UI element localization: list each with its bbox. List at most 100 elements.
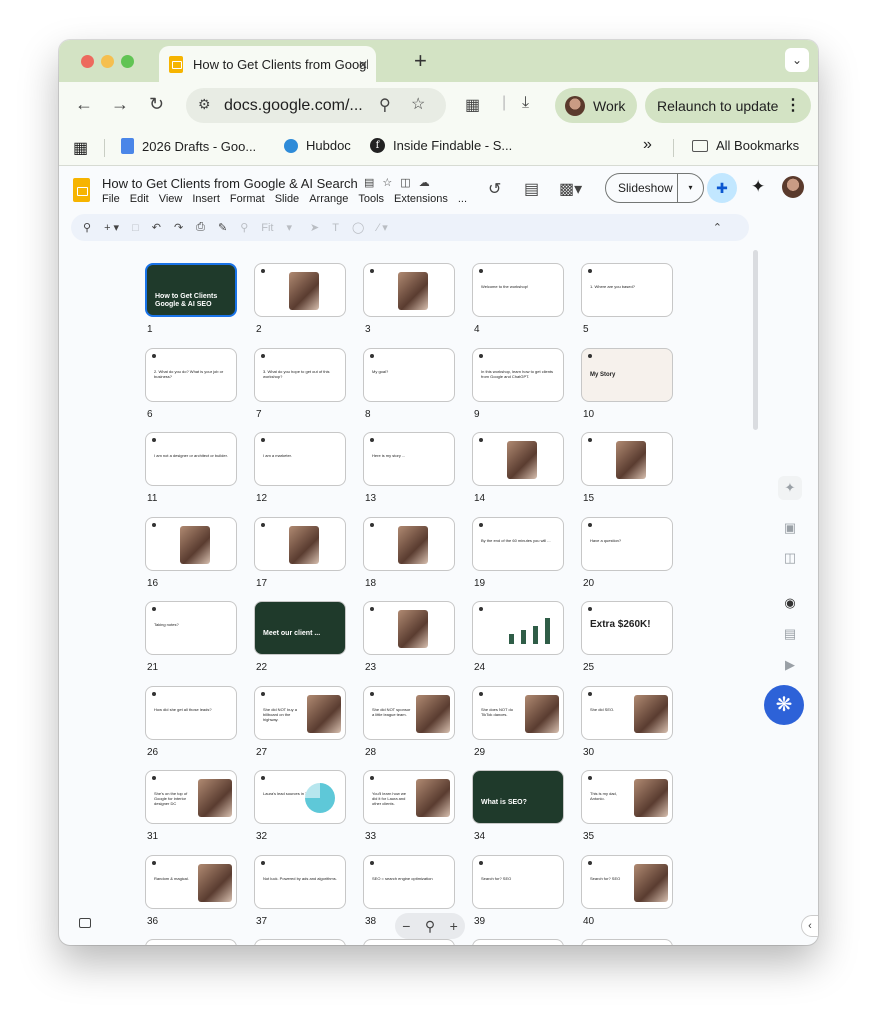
meet-camera-icon[interactable]: ▩▾ [559, 179, 582, 199]
menu-slide[interactable]: Slide [275, 193, 299, 205]
slide-thumbnail-cell[interactable]: Extra $260K! 25 [581, 601, 673, 673]
zoom-in-icon[interactable]: + [450, 918, 458, 934]
slide-thumbnail[interactable]: She did SEO. [581, 685, 673, 740]
slide-thumbnail-cell[interactable]: 2 [254, 263, 346, 335]
video-icon[interactable]: ▶ [778, 653, 802, 677]
slide-thumbnail-cell[interactable]: Have a question? 20 [581, 516, 673, 589]
slide-thumbnail-cell[interactable]: 14 [472, 432, 564, 504]
slideshow-dropdown-icon[interactable]: ▾ [677, 174, 703, 202]
slide-thumbnail-cell[interactable]: 17 [254, 516, 346, 589]
slide-thumbnail-cell[interactable]: In this workshop, learn how to get clien… [472, 347, 564, 420]
slide-thumbnail[interactable]: How to Get Clients Google & AI SEO [145, 263, 237, 317]
slide-thumbnail[interactable] [472, 432, 564, 486]
slide-thumbnail[interactable] [363, 601, 455, 655]
slide-thumbnail-cell[interactable]: Welcome to the workshop! 4 [472, 263, 564, 335]
line-icon[interactable]: ∕ ▾ [377, 221, 387, 234]
shape-icon[interactable]: ◯ [352, 221, 364, 234]
menu-insert[interactable]: Insert [192, 193, 220, 205]
slide-thumbnail[interactable]: How did she get all those leads? [145, 685, 237, 740]
address-bar[interactable]: ⚙ docs.google.com/... ⚲ ☆ [186, 88, 446, 123]
record-icon[interactable]: ◉ [778, 591, 802, 615]
all-bookmarks-button[interactable]: All Bookmarks [692, 138, 799, 153]
tasks-icon[interactable]: ▤ [778, 622, 802, 646]
back-icon[interactable]: ← [75, 94, 93, 115]
slide-thumbnail[interactable]: Here is my story ... [363, 432, 455, 486]
show-filmstrip-icon[interactable] [79, 918, 91, 928]
zoom-dropdown-icon[interactable]: ▾ [287, 221, 293, 234]
collapse-toolbar-icon[interactable]: ⌃ [713, 221, 722, 234]
search-menus-icon[interactable]: ⚲ [83, 221, 91, 234]
slides-logo-icon[interactable] [73, 178, 90, 202]
slide-thumbnail[interactable] [581, 939, 673, 945]
forward-icon[interactable]: → [111, 94, 129, 115]
slide-thumbnail[interactable] [472, 939, 564, 945]
slide-thumbnail[interactable]: 1. Where are you based? [581, 263, 673, 317]
minimize-window-button[interactable] [101, 55, 114, 68]
presentation-icon[interactable]: ▤ [364, 176, 374, 189]
slide-thumbnail[interactable]: Search for? SEO [581, 854, 673, 909]
zoom-window-button[interactable] [121, 55, 134, 68]
slide-thumbnail[interactable]: By the end of the 60 minutes you will ..… [472, 516, 564, 571]
slideshow-button[interactable]: Slideshow ▾ [605, 173, 704, 203]
menu-edit[interactable]: Edit [130, 193, 149, 205]
menu-arrange[interactable]: Arrange [309, 193, 348, 205]
close-window-button[interactable] [81, 55, 94, 68]
bookmark-2026-drafts[interactable]: 2026 Drafts - Goo... [121, 138, 256, 154]
zoom-select[interactable]: Fit [261, 222, 273, 234]
zoom-search-icon[interactable]: ⚲ [379, 95, 391, 115]
extensions-icon[interactable]: ▦ [465, 95, 480, 115]
bookmark-inside-findable[interactable]: f Inside Findable - S... [370, 138, 512, 153]
slide-thumbnail-cell[interactable]: 1. Where are you based? 5 [581, 263, 673, 335]
active-tab[interactable]: How to Get Clients from Google & AI Sear… [159, 46, 376, 82]
share-button[interactable]: ✚ [707, 173, 737, 203]
slide-thumbnail-cell[interactable]: By the end of the 60 minutes you will ..… [472, 516, 564, 589]
tab-close-icon[interactable]: ✕ [358, 58, 368, 72]
slide-thumbnail-cell[interactable]: 3. What do you hope to get out of this w… [254, 347, 346, 420]
menu-view[interactable]: View [159, 193, 183, 205]
slide-thumbnail[interactable] [254, 939, 346, 945]
slide-thumbnail-cell[interactable]: Here is my story ... 13 [363, 432, 455, 504]
slide-thumbnail[interactable] [254, 263, 346, 317]
apps-grid-icon[interactable]: ▦ [73, 138, 88, 158]
slide-thumbnail-cell[interactable]: Random & magical. 36 [145, 854, 237, 927]
slide-thumbnail[interactable]: 2. What do you do? What is your job or b… [145, 347, 237, 402]
slide-thumbnail-cell[interactable]: 18 [363, 516, 455, 589]
slide-thumbnail[interactable]: My goal? [363, 347, 455, 402]
slide-thumbnail[interactable] [254, 516, 346, 571]
slide-thumbnail-cell[interactable]: 16 [145, 516, 237, 589]
menu-file[interactable]: File [102, 193, 120, 205]
collapse-side-panel-icon[interactable]: ‹ [801, 915, 818, 937]
menu-extensions[interactable]: Extensions [394, 193, 448, 205]
more-menu-icon[interactable]: ⋮ [785, 95, 801, 115]
star-icon[interactable]: ☆ [382, 176, 392, 189]
slide-thumbnail[interactable] [145, 516, 237, 571]
slide-thumbnail[interactable]: In this workshop, learn how to get clien… [472, 347, 564, 402]
slide-thumbnail-cell[interactable]: My goal? 8 [363, 347, 455, 420]
slide-thumbnail[interactable]: Welcome to the workshop! [472, 263, 564, 317]
slide-thumbnail-cell[interactable]: She did SEO. 30 [581, 685, 673, 758]
slide-thumbnail-cell[interactable]: 23 [363, 601, 455, 673]
slide-thumbnail-cell[interactable]: This is my dad, Antonio. 35 [581, 770, 673, 842]
gemini-icon[interactable]: ✦ [751, 177, 765, 197]
slide-thumbnail[interactable]: This is my dad, Antonio. [581, 770, 673, 824]
zoom-out-icon[interactable]: − [402, 918, 410, 934]
slide-thumbnail[interactable]: Not luck. Powered by ads and algorithms. [254, 854, 346, 909]
bookmark-star-icon[interactable]: ☆ [411, 94, 425, 114]
download-icon[interactable]: ⤓ [522, 94, 529, 112]
slide-thumbnail[interactable]: 3. What do you hope to get out of this w… [254, 347, 346, 402]
slide-thumbnail-cell[interactable]: My Story 10 [581, 347, 673, 420]
slide-thumbnail-cell[interactable]: She's on the top of Google for interior … [145, 770, 237, 842]
paint-format-icon[interactable]: ✎ [218, 221, 227, 234]
slide-thumbnail[interactable] [363, 516, 455, 571]
slide-thumbnail[interactable]: My Story [581, 347, 673, 402]
slide-thumbnail[interactable] [145, 939, 237, 945]
slide-thumbnail[interactable]: Taking notes? [145, 601, 237, 655]
slide-thumbnail-cell[interactable]: How did she get all those leads? 26 [145, 685, 237, 758]
slide-thumbnail[interactable]: You'll learn how we did it for Laura and… [363, 770, 455, 824]
slide-thumbnail[interactable]: Laura's lead sources in 2025 [254, 770, 346, 824]
slide-thumbnail-cell[interactable]: SEO = search engine optimization 38 [363, 854, 455, 927]
slide-thumbnail[interactable]: She's on the top of Google for interior … [145, 770, 237, 824]
slide-thumbnail[interactable]: SEO = search engine optimization [363, 854, 455, 909]
vertical-scrollbar[interactable] [753, 250, 758, 430]
slide-thumbnail-cell[interactable]: She did NOT sponsor a little league team… [363, 685, 455, 758]
